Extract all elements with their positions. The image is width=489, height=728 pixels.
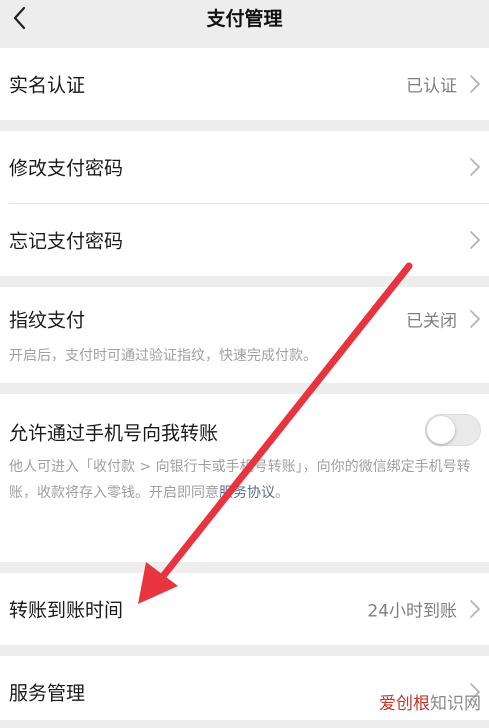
forgot-password-row[interactable]: 忘记支付密码	[0, 204, 489, 276]
navigation-bar: 支付管理	[0, 0, 489, 38]
fingerprint-card: 指纹支付 已关闭 开启后，支付时可通过验证指纹，快速完成付款。	[0, 287, 489, 383]
fingerprint-description: 开启后，支付时可通过验证指纹，快速完成付款。	[9, 348, 317, 364]
fingerprint-status: 已关闭	[406, 311, 457, 332]
chevron-right-icon	[470, 310, 480, 328]
watermark-suffix: 知识网	[430, 694, 481, 714]
toggle-knob	[427, 416, 455, 444]
chevron-right-icon	[470, 75, 480, 93]
service-manage-label: 服务管理	[9, 682, 86, 705]
realname-label: 实名认证	[9, 74, 86, 97]
phone-transfer-description-end: 。	[275, 485, 289, 501]
chevron-right-icon	[470, 158, 480, 176]
phone-transfer-label: 允许通过手机号向我转账	[9, 422, 219, 445]
phone-transfer-description: 他人可进入「收付款 > 向银行卡或手机号转账」，向你的微信绑定手机号转账，收款将…	[9, 454, 479, 506]
page-title: 支付管理	[206, 8, 283, 30]
chevron-right-icon	[470, 231, 480, 249]
watermark: 爱创根知识网	[379, 689, 481, 714]
fingerprint-label: 指纹支付	[9, 309, 86, 332]
watermark-brand: 爱创根	[379, 694, 430, 714]
phone-transfer-toggle[interactable]	[425, 414, 481, 446]
service-agreement-link[interactable]: 服务协议	[219, 485, 275, 501]
chevron-right-icon	[470, 600, 480, 618]
modify-password-label: 修改支付密码	[9, 157, 124, 180]
realname-status: 已认证	[406, 76, 457, 97]
arrival-time-value: 24小时到账	[367, 601, 457, 622]
phone-transfer-card: 允许通过手机号向我转账 他人可进入「收付款 > 向银行卡或手机号转账」，向你的微…	[0, 394, 489, 562]
arrival-time-card: 转账到账时间 24小时到账	[0, 573, 489, 645]
modify-password-row[interactable]: 修改支付密码	[0, 131, 489, 203]
fingerprint-row[interactable]: 指纹支付 已关闭	[0, 287, 489, 351]
forgot-password-label: 忘记支付密码	[9, 230, 124, 253]
realname-card: 实名认证 已认证	[0, 48, 489, 120]
password-card: 修改支付密码 忘记支付密码	[0, 131, 489, 276]
realname-row[interactable]: 实名认证 已认证	[0, 48, 489, 120]
arrival-time-row[interactable]: 转账到账时间 24小时到账	[0, 573, 489, 645]
arrival-time-label: 转账到账时间	[9, 599, 124, 622]
